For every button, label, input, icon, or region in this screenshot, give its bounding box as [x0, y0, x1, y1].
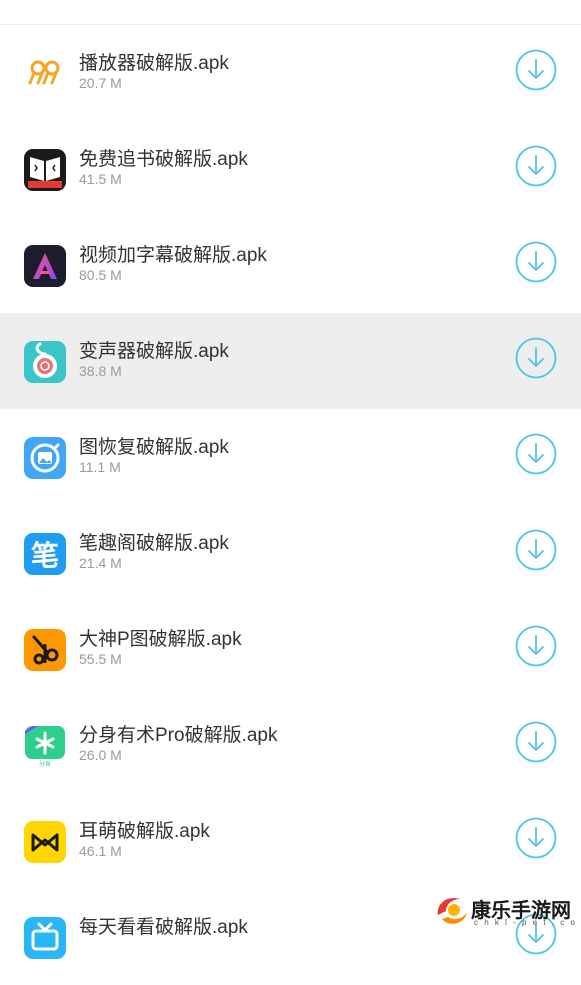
ermeng-icon: [24, 821, 66, 863]
download-button[interactable]: [515, 145, 557, 187]
app-size: 38.8 M: [79, 363, 122, 379]
photo-recovery-icon: [24, 437, 66, 479]
download-icon: [515, 145, 557, 187]
svg-text:笔: 笔: [31, 539, 59, 572]
clone-app-icon: 分身: [24, 725, 66, 767]
biquge-icon: 笔: [24, 533, 66, 575]
download-icon: [515, 817, 557, 859]
list-item[interactable]: 图恢复破解版.apk 11.1 M: [0, 409, 581, 505]
list-item[interactable]: 耳萌破解版.apk 46.1 M: [0, 793, 581, 889]
download-button[interactable]: [515, 529, 557, 571]
app-size: 11.1 M: [79, 459, 121, 475]
list-item[interactable]: 笔 笔趣阁破解版.apk 21.4 M: [0, 505, 581, 601]
app-size: 80.5 M: [79, 267, 122, 283]
app-list: 播放器破解版.apk 20.7 M 免费追书破解版.apk 41.5 M 视频加…: [0, 25, 581, 985]
app-name: 每天看看破解版.apk: [79, 917, 248, 938]
app-name: 分身有术Pro破解版.apk: [79, 725, 278, 746]
list-item[interactable]: 分身 分身有术Pro破解版.apk 26.0 M: [0, 697, 581, 793]
list-item[interactable]: 播放器破解版.apk 20.7 M: [0, 25, 581, 121]
watermark-subtext: c h k l - p e t . c o m: [474, 918, 581, 927]
list-item[interactable]: 变声器破解版.apk 38.8 M: [0, 313, 581, 409]
voice-changer-icon: [24, 341, 66, 383]
app-size: 21.4 M: [79, 555, 122, 571]
player-icon: [24, 53, 66, 95]
download-button[interactable]: [515, 817, 557, 859]
app-size: 41.5 M: [79, 171, 122, 187]
download-button[interactable]: [515, 337, 557, 379]
app-name: 视频加字幕破解版.apk: [79, 245, 267, 266]
watermark-logo-icon: [434, 893, 470, 927]
download-button[interactable]: [515, 625, 557, 667]
app-size: 46.1 M: [79, 843, 122, 859]
download-icon: [515, 241, 557, 283]
svg-text:分身: 分身: [39, 760, 51, 767]
download-icon: [515, 721, 557, 763]
list-item[interactable]: 视频加字幕破解版.apk 80.5 M: [0, 217, 581, 313]
download-icon: [515, 625, 557, 667]
list-item[interactable]: 大神P图破解版.apk 55.5 M: [0, 601, 581, 697]
download-button[interactable]: [515, 721, 557, 763]
app-size: 20.7 M: [79, 75, 122, 91]
app-size: 55.5 M: [79, 651, 122, 667]
app-name: 笔趣阁破解版.apk: [79, 533, 229, 554]
app-name: 播放器破解版.apk: [79, 53, 229, 74]
top-bar: [0, 0, 581, 25]
watermark: 康乐手游网 c h k l - p e t . c o m: [434, 891, 581, 930]
app-size: 26.0 M: [79, 747, 122, 763]
download-button[interactable]: [515, 241, 557, 283]
photo-edit-icon: [24, 629, 66, 671]
app-name: 免费追书破解版.apk: [79, 149, 248, 170]
download-icon: [515, 433, 557, 475]
tv-icon: [24, 917, 66, 959]
app-name: 图恢复破解版.apk: [79, 437, 229, 458]
app-name: 变声器破解版.apk: [79, 341, 229, 362]
download-icon: [515, 337, 557, 379]
subtitle-app-icon: [24, 245, 66, 287]
book-icon: [24, 149, 66, 191]
app-name: 大神P图破解版.apk: [79, 629, 242, 650]
download-button[interactable]: [515, 49, 557, 91]
download-icon: [515, 49, 557, 91]
app-name: 耳萌破解版.apk: [79, 821, 210, 842]
download-icon: [515, 529, 557, 571]
download-button[interactable]: [515, 433, 557, 475]
list-item[interactable]: 免费追书破解版.apk 41.5 M: [0, 121, 581, 217]
